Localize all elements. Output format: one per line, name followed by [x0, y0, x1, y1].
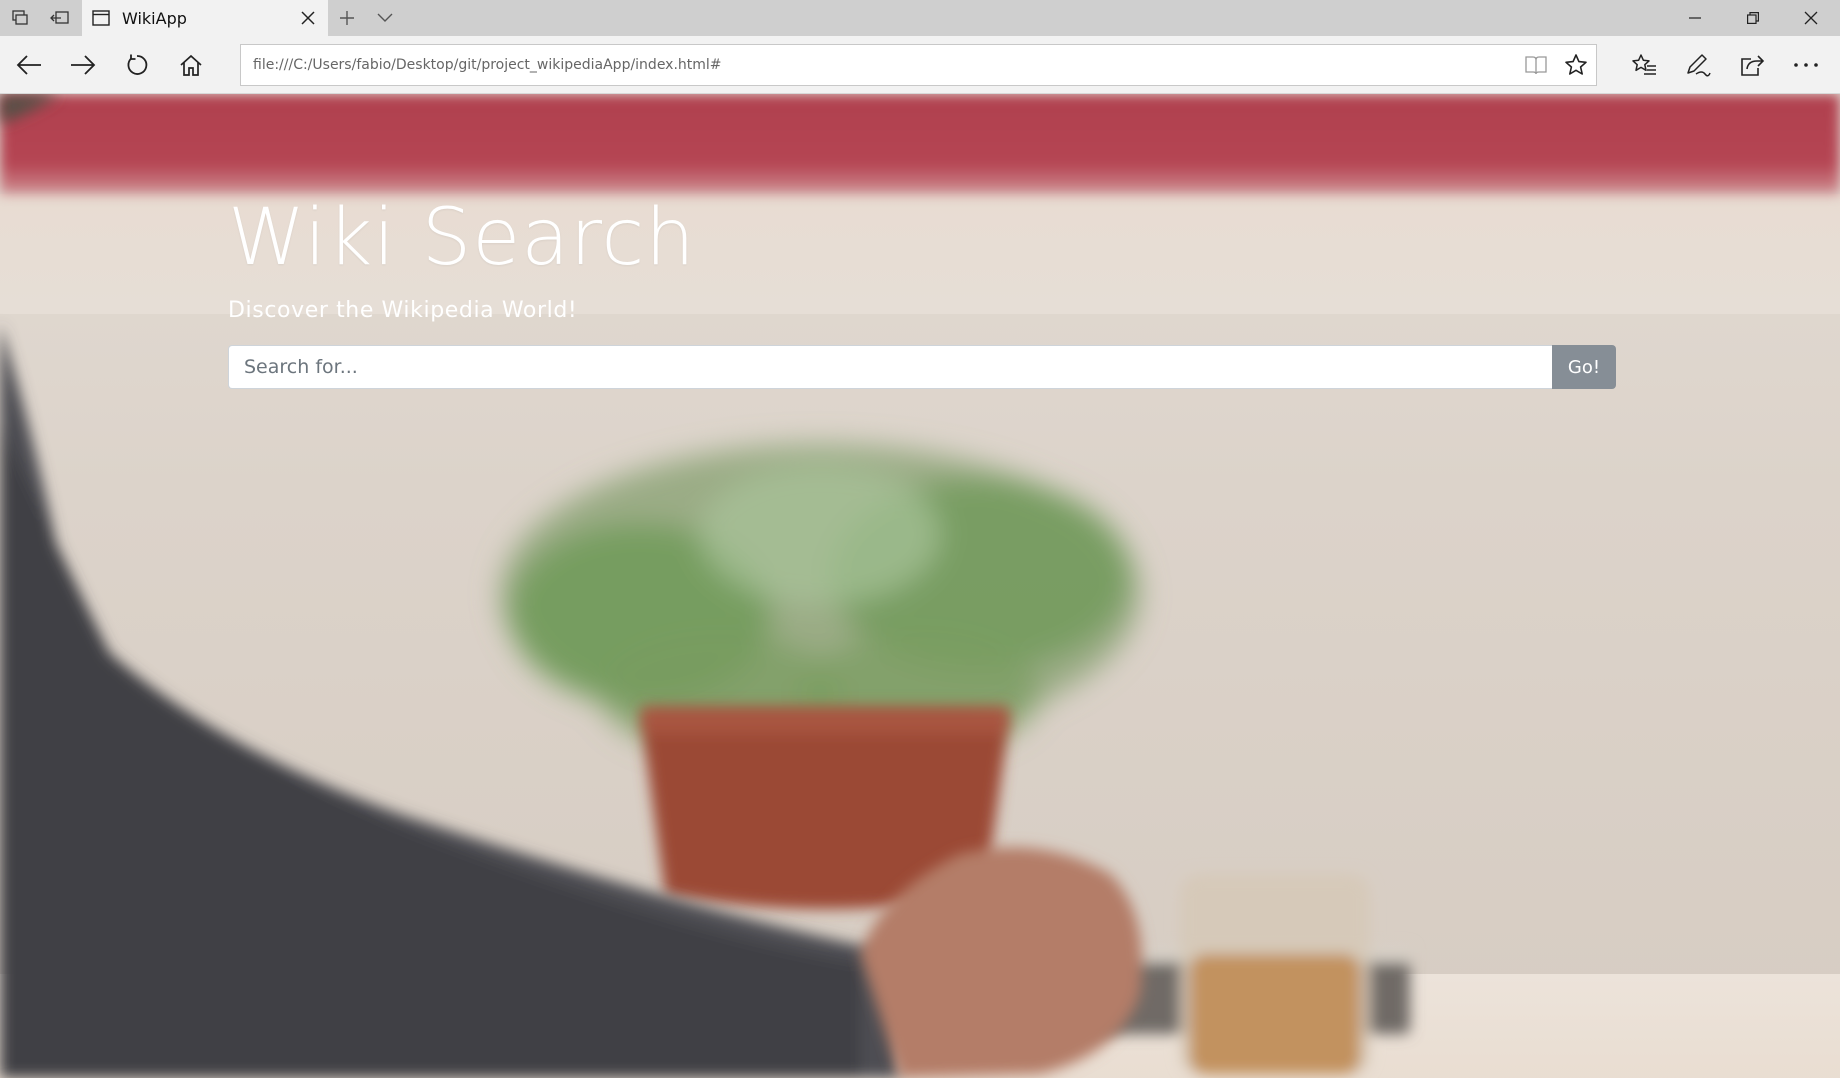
home-icon	[180, 54, 202, 76]
set-aside-icon	[50, 11, 69, 24]
plus-icon	[340, 11, 354, 25]
favorites-list-icon	[1632, 53, 1656, 75]
minimize-button[interactable]	[1666, 0, 1724, 36]
add-favorite-button[interactable]	[1556, 45, 1596, 85]
browser-tab-active[interactable]: WikiApp	[82, 0, 328, 36]
window-close-button[interactable]	[1782, 0, 1840, 36]
more-button[interactable]	[1779, 36, 1833, 94]
reading-view-button[interactable]	[1516, 45, 1556, 85]
page-title: Wiki Search	[228, 193, 696, 283]
address-url[interactable]: file:///C:/Users/fabio/Desktop/git/proje…	[253, 57, 1516, 73]
hero-section: Wiki Search Discover the Wikipedia World…	[228, 190, 1616, 389]
search-form: Go!	[228, 345, 1616, 389]
page-viewport: Wiki Search Discover the Wikipedia World…	[0, 94, 1840, 1078]
tabs-aside-icon	[12, 10, 28, 25]
page-subtitle: Discover the Wikipedia World!	[228, 298, 578, 323]
star-icon	[1565, 53, 1587, 75]
address-bar[interactable]: file:///C:/Users/fabio/Desktop/git/proje…	[240, 43, 1597, 86]
minimize-icon	[1689, 17, 1701, 19]
tab-close-button[interactable]	[288, 0, 328, 36]
refresh-icon	[127, 54, 148, 75]
search-input[interactable]	[228, 345, 1552, 389]
arrow-left-icon	[16, 54, 41, 75]
favorites-hub-button[interactable]	[1617, 36, 1671, 94]
tab-preview-button[interactable]	[0, 0, 40, 36]
close-icon	[301, 11, 315, 25]
home-button[interactable]	[164, 36, 218, 94]
web-note-button[interactable]	[1671, 36, 1725, 94]
go-button[interactable]: Go!	[1552, 345, 1616, 389]
new-tab-button[interactable]	[328, 0, 366, 36]
share-icon	[1741, 54, 1765, 76]
page-icon	[92, 10, 110, 26]
pen-icon	[1687, 53, 1711, 76]
restore-icon	[1747, 12, 1759, 24]
set-aside-tabs-button[interactable]	[40, 0, 80, 36]
book-icon	[1525, 55, 1547, 74]
chevron-down-icon	[377, 13, 393, 22]
title-bar-drag-area[interactable]	[404, 0, 1666, 36]
refresh-button[interactable]	[110, 36, 164, 94]
arrow-right-icon	[71, 54, 96, 75]
tab-list-button[interactable]	[366, 0, 404, 36]
share-button[interactable]	[1725, 36, 1779, 94]
close-icon	[1804, 11, 1818, 25]
forward-button[interactable]	[56, 36, 110, 94]
restore-button[interactable]	[1724, 0, 1782, 36]
toolbar-actions	[1617, 36, 1833, 94]
tab-title: WikiApp	[122, 8, 187, 28]
navigation-bar: file:///C:/Users/fabio/Desktop/git/proje…	[0, 36, 1840, 94]
more-icon	[1794, 62, 1818, 67]
back-button[interactable]	[2, 36, 56, 94]
tab-strip: WikiApp	[0, 0, 1840, 36]
